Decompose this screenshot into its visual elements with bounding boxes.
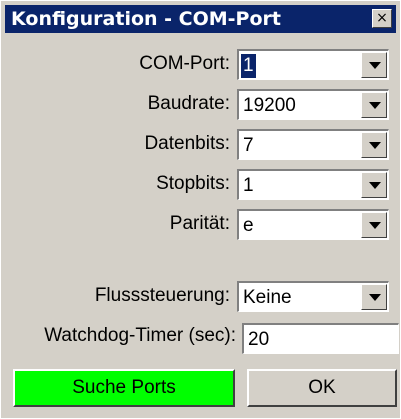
- stopbits-value: 1: [243, 175, 254, 196]
- chevron-down-icon[interactable]: [361, 172, 387, 198]
- baudrate-label: Baudrate:: [147, 93, 230, 114]
- com-port-label: COM-Port:: [139, 53, 230, 74]
- watchdog-label: Watchdog-Timer (sec):: [44, 325, 236, 346]
- stopbits-label: Stopbits:: [156, 173, 230, 194]
- datenbits-label: Datenbits:: [144, 133, 230, 154]
- chevron-down-icon[interactable]: [361, 212, 387, 238]
- flusssteuerung-value: Keine: [243, 287, 292, 308]
- flusssteuerung-select[interactable]: Keine: [237, 281, 389, 312]
- paritaet-label: Parität:: [169, 213, 230, 234]
- chevron-down-icon[interactable]: [361, 132, 387, 158]
- search-ports-button[interactable]: Suche Ports: [13, 369, 235, 407]
- chevron-down-icon[interactable]: [361, 52, 387, 78]
- baudrate-value: 19200: [243, 95, 296, 116]
- ok-button[interactable]: OK: [247, 369, 397, 407]
- chevron-down-icon[interactable]: [361, 284, 387, 310]
- title-bar[interactable]: Konfiguration - COM-Port ×: [5, 5, 396, 33]
- config-dialog: Konfiguration - COM-Port × COM-Port: 1 B…: [0, 0, 401, 419]
- watchdog-value: 20: [248, 329, 270, 350]
- baudrate-select[interactable]: 19200: [237, 89, 389, 120]
- paritaet-select[interactable]: e: [237, 209, 389, 240]
- close-icon[interactable]: ×: [372, 9, 392, 28]
- window-title: Konfiguration - COM-Port: [11, 8, 281, 30]
- watchdog-input[interactable]: 20: [242, 323, 399, 354]
- flusssteuerung-label: Flusssteuerung:: [94, 285, 230, 306]
- com-port-select[interactable]: 1: [237, 49, 389, 80]
- datenbits-value: 7: [243, 135, 254, 156]
- datenbits-select[interactable]: 7: [237, 129, 389, 160]
- chevron-down-icon[interactable]: [361, 92, 387, 118]
- stopbits-select[interactable]: 1: [237, 169, 389, 200]
- paritaet-value: e: [243, 215, 254, 236]
- com-port-value: 1: [241, 54, 256, 78]
